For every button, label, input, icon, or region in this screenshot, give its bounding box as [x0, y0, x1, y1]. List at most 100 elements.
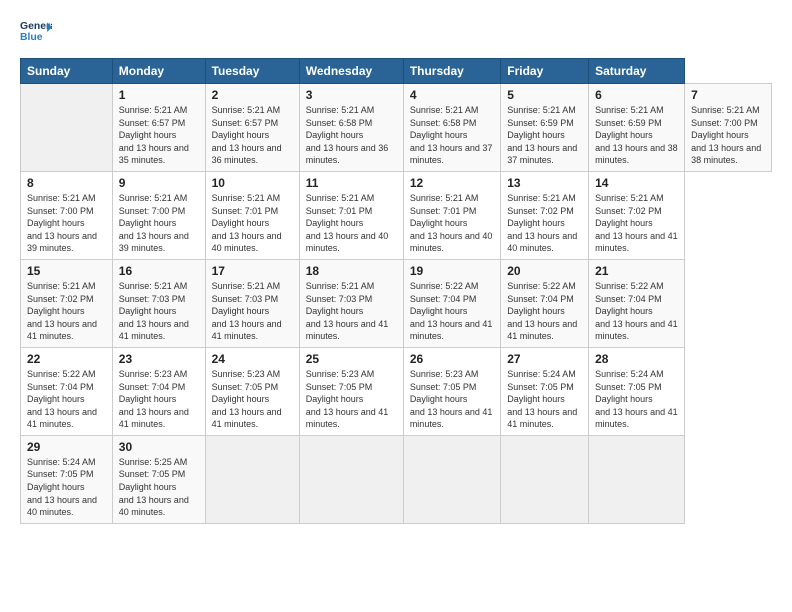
- day-number: 5: [507, 88, 582, 102]
- day-number: 9: [119, 176, 199, 190]
- day-info: Sunrise: 5:24 AMSunset: 7:05 PMDaylight …: [27, 457, 97, 517]
- day-number: 14: [595, 176, 678, 190]
- day-info: Sunrise: 5:22 AMSunset: 7:04 PMDaylight …: [507, 281, 577, 341]
- day-number: 6: [595, 88, 678, 102]
- day-info: Sunrise: 5:22 AMSunset: 7:04 PMDaylight …: [595, 281, 678, 341]
- day-info: Sunrise: 5:24 AMSunset: 7:05 PMDaylight …: [595, 369, 678, 429]
- day-info: Sunrise: 5:21 AMSunset: 7:00 PMDaylight …: [691, 105, 761, 165]
- col-header-saturday: Saturday: [589, 59, 685, 84]
- day-info: Sunrise: 5:21 AMSunset: 7:00 PMDaylight …: [119, 193, 189, 253]
- day-number: 11: [306, 176, 397, 190]
- day-info: Sunrise: 5:21 AMSunset: 7:02 PMDaylight …: [595, 193, 678, 253]
- cell-week5-day1: 29 Sunrise: 5:24 AMSunset: 7:05 PMDaylig…: [21, 435, 113, 523]
- day-info: Sunrise: 5:25 AMSunset: 7:05 PMDaylight …: [119, 457, 189, 517]
- cell-week1-day5: 4 Sunrise: 5:21 AMSunset: 6:58 PMDayligh…: [403, 84, 500, 172]
- logo: General Blue: [20, 16, 52, 48]
- cell-week2-day7: 14 Sunrise: 5:21 AMSunset: 7:02 PMDaylig…: [589, 171, 685, 259]
- cell-week1-day8: 7 Sunrise: 5:21 AMSunset: 7:00 PMDayligh…: [685, 84, 772, 172]
- cell-week3-day7: 21 Sunrise: 5:22 AMSunset: 7:04 PMDaylig…: [589, 259, 685, 347]
- cell-week4-day2: 23 Sunrise: 5:23 AMSunset: 7:04 PMDaylig…: [112, 347, 205, 435]
- day-number: 16: [119, 264, 199, 278]
- calendar-table: SundayMondayTuesdayWednesdayThursdayFrid…: [20, 58, 772, 524]
- cell-week3-day5: 19 Sunrise: 5:22 AMSunset: 7:04 PMDaylig…: [403, 259, 500, 347]
- day-number: 3: [306, 88, 397, 102]
- cell-week2-day5: 12 Sunrise: 5:21 AMSunset: 7:01 PMDaylig…: [403, 171, 500, 259]
- day-number: 25: [306, 352, 397, 366]
- cell-week1-day4: 3 Sunrise: 5:21 AMSunset: 6:58 PMDayligh…: [299, 84, 403, 172]
- day-info: Sunrise: 5:21 AMSunset: 7:03 PMDaylight …: [212, 281, 282, 341]
- cell-week1-day7: 6 Sunrise: 5:21 AMSunset: 6:59 PMDayligh…: [589, 84, 685, 172]
- cell-week5-day7: [589, 435, 685, 523]
- cell-week5-day4: [299, 435, 403, 523]
- cell-week5-day5: [403, 435, 500, 523]
- week-row-4: 22 Sunrise: 5:22 AMSunset: 7:04 PMDaylig…: [21, 347, 772, 435]
- cell-week3-day2: 16 Sunrise: 5:21 AMSunset: 7:03 PMDaylig…: [112, 259, 205, 347]
- cell-week5-day2: 30 Sunrise: 5:25 AMSunset: 7:05 PMDaylig…: [112, 435, 205, 523]
- day-info: Sunrise: 5:24 AMSunset: 7:05 PMDaylight …: [507, 369, 577, 429]
- day-number: 2: [212, 88, 293, 102]
- day-number: 26: [410, 352, 494, 366]
- cell-week1-day3: 2 Sunrise: 5:21 AMSunset: 6:57 PMDayligh…: [205, 84, 299, 172]
- cell-week4-day5: 26 Sunrise: 5:23 AMSunset: 7:05 PMDaylig…: [403, 347, 500, 435]
- day-number: 4: [410, 88, 494, 102]
- day-number: 20: [507, 264, 582, 278]
- cell-week4-day7: 28 Sunrise: 5:24 AMSunset: 7:05 PMDaylig…: [589, 347, 685, 435]
- week-row-5: 29 Sunrise: 5:24 AMSunset: 7:05 PMDaylig…: [21, 435, 772, 523]
- cell-week4-day3: 24 Sunrise: 5:23 AMSunset: 7:05 PMDaylig…: [205, 347, 299, 435]
- day-info: Sunrise: 5:21 AMSunset: 6:57 PMDaylight …: [119, 105, 189, 165]
- svg-text:Blue: Blue: [20, 32, 43, 43]
- cell-week2-day1: 8 Sunrise: 5:21 AMSunset: 7:00 PMDayligh…: [21, 171, 113, 259]
- day-info: Sunrise: 5:22 AMSunset: 7:04 PMDaylight …: [27, 369, 97, 429]
- day-info: Sunrise: 5:21 AMSunset: 7:01 PMDaylight …: [410, 193, 493, 253]
- week-row-1: 1 Sunrise: 5:21 AMSunset: 6:57 PMDayligh…: [21, 84, 772, 172]
- day-number: 18: [306, 264, 397, 278]
- cell-week1-day1: [21, 84, 113, 172]
- day-info: Sunrise: 5:23 AMSunset: 7:05 PMDaylight …: [306, 369, 389, 429]
- day-number: 1: [119, 88, 199, 102]
- col-header-tuesday: Tuesday: [205, 59, 299, 84]
- col-header-thursday: Thursday: [403, 59, 500, 84]
- day-number: 27: [507, 352, 582, 366]
- col-header-wednesday: Wednesday: [299, 59, 403, 84]
- cell-week3-day1: 15 Sunrise: 5:21 AMSunset: 7:02 PMDaylig…: [21, 259, 113, 347]
- day-number: 23: [119, 352, 199, 366]
- cell-week5-day3: [205, 435, 299, 523]
- cell-week1-day6: 5 Sunrise: 5:21 AMSunset: 6:59 PMDayligh…: [501, 84, 589, 172]
- col-header-sunday: Sunday: [21, 59, 113, 84]
- cell-week2-day6: 13 Sunrise: 5:21 AMSunset: 7:02 PMDaylig…: [501, 171, 589, 259]
- cell-week3-day4: 18 Sunrise: 5:21 AMSunset: 7:03 PMDaylig…: [299, 259, 403, 347]
- col-header-friday: Friday: [501, 59, 589, 84]
- day-info: Sunrise: 5:21 AMSunset: 7:01 PMDaylight …: [306, 193, 389, 253]
- day-info: Sunrise: 5:21 AMSunset: 7:02 PMDaylight …: [507, 193, 577, 253]
- day-number: 10: [212, 176, 293, 190]
- col-header-monday: Monday: [112, 59, 205, 84]
- day-number: 15: [27, 264, 106, 278]
- day-info: Sunrise: 5:21 AMSunset: 6:59 PMDaylight …: [595, 105, 678, 165]
- day-info: Sunrise: 5:21 AMSunset: 6:57 PMDaylight …: [212, 105, 282, 165]
- day-info: Sunrise: 5:21 AMSunset: 6:58 PMDaylight …: [410, 105, 493, 165]
- week-row-2: 8 Sunrise: 5:21 AMSunset: 7:00 PMDayligh…: [21, 171, 772, 259]
- day-number: 13: [507, 176, 582, 190]
- week-row-3: 15 Sunrise: 5:21 AMSunset: 7:02 PMDaylig…: [21, 259, 772, 347]
- header-row: SundayMondayTuesdayWednesdayThursdayFrid…: [21, 59, 772, 84]
- day-number: 22: [27, 352, 106, 366]
- day-number: 12: [410, 176, 494, 190]
- page: General Blue SundayMondayTuesdayWednesda…: [0, 0, 792, 612]
- header: General Blue: [20, 16, 772, 48]
- day-number: 28: [595, 352, 678, 366]
- cell-week2-day2: 9 Sunrise: 5:21 AMSunset: 7:00 PMDayligh…: [112, 171, 205, 259]
- cell-week4-day4: 25 Sunrise: 5:23 AMSunset: 7:05 PMDaylig…: [299, 347, 403, 435]
- day-info: Sunrise: 5:21 AMSunset: 6:58 PMDaylight …: [306, 105, 389, 165]
- cell-week5-day6: [501, 435, 589, 523]
- day-info: Sunrise: 5:21 AMSunset: 7:02 PMDaylight …: [27, 281, 97, 341]
- cell-week2-day3: 10 Sunrise: 5:21 AMSunset: 7:01 PMDaylig…: [205, 171, 299, 259]
- cell-week2-day4: 11 Sunrise: 5:21 AMSunset: 7:01 PMDaylig…: [299, 171, 403, 259]
- cell-week3-day3: 17 Sunrise: 5:21 AMSunset: 7:03 PMDaylig…: [205, 259, 299, 347]
- day-number: 21: [595, 264, 678, 278]
- day-number: 19: [410, 264, 494, 278]
- day-info: Sunrise: 5:23 AMSunset: 7:05 PMDaylight …: [410, 369, 493, 429]
- day-info: Sunrise: 5:21 AMSunset: 7:01 PMDaylight …: [212, 193, 282, 253]
- day-number: 30: [119, 440, 199, 454]
- cell-week4-day6: 27 Sunrise: 5:24 AMSunset: 7:05 PMDaylig…: [501, 347, 589, 435]
- day-number: 8: [27, 176, 106, 190]
